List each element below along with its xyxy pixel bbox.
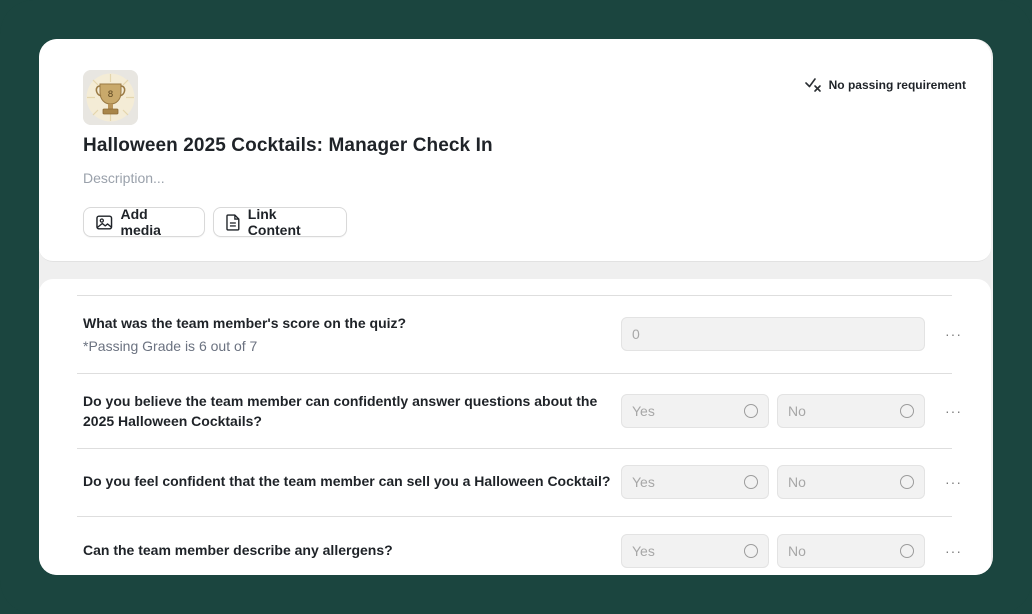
trophy-image[interactable]: 8: [83, 70, 138, 125]
trophy-digit: 8: [108, 90, 114, 100]
divider: [77, 295, 952, 296]
question-4-no-option[interactable]: No: [777, 534, 925, 568]
radio-circle-icon: [744, 404, 758, 418]
quiz-title[interactable]: Halloween 2025 Cocktails: Manager Check …: [83, 135, 493, 157]
radio-circle-icon: [900, 544, 914, 558]
passing-requirement-label: No passing requirement: [828, 78, 966, 92]
radio-circle-icon: [744, 544, 758, 558]
link-content-button[interactable]: Link Content: [213, 206, 347, 238]
radio-circle-icon: [900, 475, 914, 489]
question-2-text[interactable]: Do you believe the team member can confi…: [83, 391, 603, 431]
question-2-no-option[interactable]: No: [777, 394, 925, 428]
link-content-label: Link Content: [247, 206, 301, 238]
option-label: Yes: [632, 543, 655, 559]
option-label: Yes: [632, 403, 655, 419]
quiz-editor-window: 8 No passing requirement Halloween 2025 …: [39, 39, 993, 575]
option-label: No: [788, 403, 806, 419]
option-label: No: [788, 474, 806, 490]
radio-circle-icon: [744, 475, 758, 489]
question-1-subtext: *Passing Grade is 6 out of 7: [83, 338, 258, 354]
question-3-text[interactable]: Do you feel confident that the team memb…: [83, 471, 623, 491]
question-1-text[interactable]: What was the team member's score on the …: [83, 313, 603, 333]
question-1-more-icon[interactable]: ···: [945, 327, 962, 341]
add-media-button[interactable]: Add media: [83, 206, 205, 238]
document-icon: [226, 213, 240, 231]
question-4-text[interactable]: Can the team member describe any allerge…: [83, 540, 603, 560]
add-media-label: Add media: [120, 206, 161, 238]
image-icon: [96, 214, 113, 230]
check-x-icon: [804, 78, 821, 92]
question-4-yes-option[interactable]: Yes: [621, 534, 769, 568]
quiz-score-input[interactable]: 0: [621, 317, 925, 351]
divider: [77, 516, 952, 517]
passing-requirement-toggle[interactable]: No passing requirement: [804, 77, 966, 93]
question-3-yes-option[interactable]: Yes: [621, 465, 769, 499]
radio-circle-icon: [900, 404, 914, 418]
question-3-more-icon[interactable]: ···: [945, 475, 962, 489]
questions-card: What was the team member's score on the …: [39, 279, 991, 575]
trophy-icon: 8: [83, 70, 138, 125]
question-4-more-icon[interactable]: ···: [945, 544, 962, 558]
question-2-more-icon[interactable]: ···: [945, 404, 962, 418]
question-3-no-option[interactable]: No: [777, 465, 925, 499]
option-label: Yes: [632, 474, 655, 490]
app-frame: 8 No passing requirement Halloween 2025 …: [0, 0, 1032, 614]
divider: [77, 448, 952, 449]
divider: [77, 373, 952, 374]
description-field[interactable]: Description...: [83, 170, 165, 186]
quiz-header-card: 8 No passing requirement Halloween 2025 …: [39, 39, 991, 262]
option-label: No: [788, 543, 806, 559]
question-2-yes-option[interactable]: Yes: [621, 394, 769, 428]
